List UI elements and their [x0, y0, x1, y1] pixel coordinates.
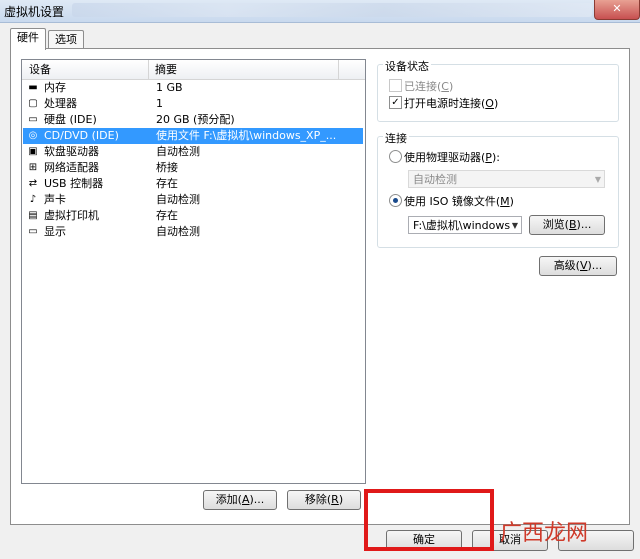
- watermark: 广西龙网: [500, 521, 589, 546]
- device-row[interactable]: ▤ 虚拟打印机 存在: [23, 208, 363, 224]
- device-row[interactable]: ▭ 显示 自动检测: [23, 224, 363, 240]
- device-row[interactable]: ▬ 内存 1 GB: [23, 80, 363, 96]
- sound-card-icon: ♪: [29, 194, 37, 205]
- hard-disk-icon: ▭: [28, 114, 38, 125]
- physical-drive-label: 使用物理驱动器(P):: [404, 149, 500, 165]
- iso-path-combo[interactable]: F:\虚拟机\windows ▼: [408, 216, 522, 234]
- device-name: 声卡: [44, 193, 66, 206]
- iso-image-tail: ): [509, 195, 514, 208]
- device-summary: 20 GB (预分配): [156, 113, 235, 126]
- device-status-label: 设备状态: [383, 58, 431, 74]
- remove-button[interactable]: 移除(R): [287, 490, 361, 510]
- device-summary: 使用文件 F:\虚拟机\windows_XP_...: [156, 129, 337, 142]
- physical-drive-tail: ):: [491, 151, 500, 164]
- iso-image-key: M: [500, 195, 510, 208]
- device-row[interactable]: ⊞ 网络适配器 桥接: [23, 160, 363, 176]
- device-name: 处理器: [44, 97, 77, 110]
- connect-power-on-text: 打开电源时连接(: [404, 97, 486, 110]
- device-row[interactable]: ◎ CD/DVD (IDE) 使用文件 F:\虚拟机\windows_XP_...: [23, 128, 363, 144]
- printer-icon: ▤: [28, 210, 38, 221]
- iso-image-label: 使用 ISO 镜像文件(M): [404, 193, 514, 209]
- connected-tail: ): [448, 80, 454, 93]
- browse-button-label: 浏览(: [542, 218, 569, 231]
- connection-label: 连接: [383, 130, 409, 146]
- device-name: 软盘驱动器: [44, 145, 99, 158]
- iso-image-text: 使用 ISO 镜像文件(: [404, 195, 501, 208]
- column-device[interactable]: 设备: [24, 60, 51, 79]
- tab-hardware[interactable]: 硬件: [10, 28, 46, 50]
- column-separator[interactable]: [338, 60, 339, 79]
- device-summary: 自动检测: [156, 193, 200, 206]
- physical-drive-select[interactable]: 自动检测 ▼: [408, 170, 605, 188]
- add-button[interactable]: 添加(A)...: [203, 490, 277, 510]
- list-header: 设备 摘要: [22, 60, 365, 80]
- device-name: 硬盘 (IDE): [44, 113, 97, 126]
- memory-icon: ▬: [28, 82, 38, 93]
- device-summary: 存在: [156, 209, 178, 222]
- annotation-highlight-box: [364, 489, 494, 551]
- cd-dvd-icon: ◎: [28, 130, 38, 141]
- advanced-button[interactable]: 高级(V)...: [539, 256, 617, 276]
- device-name: CD/DVD (IDE): [44, 129, 119, 142]
- advanced-button-label: 高级(: [553, 259, 580, 272]
- connect-power-on-checkbox[interactable]: ✓: [389, 96, 402, 109]
- add-button-tail: )...: [249, 493, 265, 506]
- column-summary[interactable]: 摘要: [150, 60, 177, 79]
- physical-drive-key: P: [485, 151, 492, 164]
- device-row[interactable]: ⇄ USB 控制器 存在: [23, 176, 363, 192]
- connected-label: 已连接(C): [404, 78, 453, 94]
- usb-icon: ⇄: [28, 178, 38, 189]
- processor-icon: ▢: [28, 98, 38, 109]
- device-name: 网络适配器: [44, 161, 99, 174]
- device-row[interactable]: ▣ 软盘驱动器 自动检测: [23, 144, 363, 160]
- browse-button-key: B: [568, 218, 577, 231]
- iso-image-radio[interactable]: [389, 194, 402, 207]
- device-summary: 1 GB: [156, 81, 183, 94]
- browse-button[interactable]: 浏览(B)...: [529, 215, 605, 235]
- device-summary: 自动检测: [156, 225, 200, 238]
- window-title: 虚拟机设置: [4, 5, 65, 19]
- device-name: 显示: [44, 225, 66, 238]
- add-button-label: 添加(: [215, 493, 242, 506]
- remove-button-key: R: [331, 493, 339, 506]
- remove-button-tail: ): [338, 493, 344, 506]
- device-summary: 自动检测: [156, 145, 200, 158]
- connect-power-on-label: 打开电源时连接(O): [404, 95, 498, 111]
- device-name: 内存: [44, 81, 66, 94]
- device-summary: 桥接: [156, 161, 178, 174]
- connect-power-on-key: O: [485, 97, 494, 110]
- connected-text: 已连接(: [404, 80, 442, 93]
- close-button[interactable]: ✕: [594, 0, 640, 20]
- device-summary: 存在: [156, 177, 178, 190]
- add-button-key: A: [241, 493, 250, 506]
- floppy-icon: ▣: [28, 146, 38, 157]
- device-summary: 1: [156, 97, 163, 110]
- connect-power-on-tail: ): [493, 97, 499, 110]
- physical-drive-value: 自动检测: [413, 173, 457, 186]
- device-name: 虚拟打印机: [44, 209, 99, 222]
- advanced-button-tail: )...: [587, 259, 603, 272]
- device-row[interactable]: ▭ 硬盘 (IDE) 20 GB (预分配): [23, 112, 363, 128]
- iso-path-value: F:\虚拟机\windows: [413, 219, 511, 232]
- display-icon: ▭: [28, 226, 38, 237]
- device-row[interactable]: ♪ 声卡 自动检测: [23, 192, 363, 208]
- network-adapter-icon: ⊞: [28, 162, 38, 173]
- connected-key: C: [441, 80, 449, 93]
- physical-drive-text: 使用物理驱动器(: [404, 151, 486, 164]
- remove-button-label: 移除(: [304, 493, 332, 506]
- device-name: USB 控制器: [44, 177, 104, 190]
- tab-options[interactable]: 选项: [48, 30, 84, 49]
- device-list[interactable]: 设备 摘要 ▬ 内存 1 GB ▢ 处理器 1 ▭ 硬盘 (IDE) 20 GB (预分配) ◎ C…: [21, 59, 366, 484]
- title-bar-blur: [72, 3, 592, 17]
- chevron-down-icon: ▼: [594, 175, 601, 184]
- column-separator[interactable]: [148, 60, 149, 79]
- physical-drive-radio[interactable]: [389, 150, 402, 163]
- advanced-button-key: V: [579, 259, 588, 272]
- connected-checkbox[interactable]: [389, 79, 402, 92]
- device-row[interactable]: ▢ 处理器 1: [23, 96, 363, 112]
- title-bar: 虚拟机设置 ✕: [0, 0, 640, 23]
- browse-button-tail: )...: [576, 218, 592, 231]
- chevron-down-icon: ▼: [511, 221, 518, 230]
